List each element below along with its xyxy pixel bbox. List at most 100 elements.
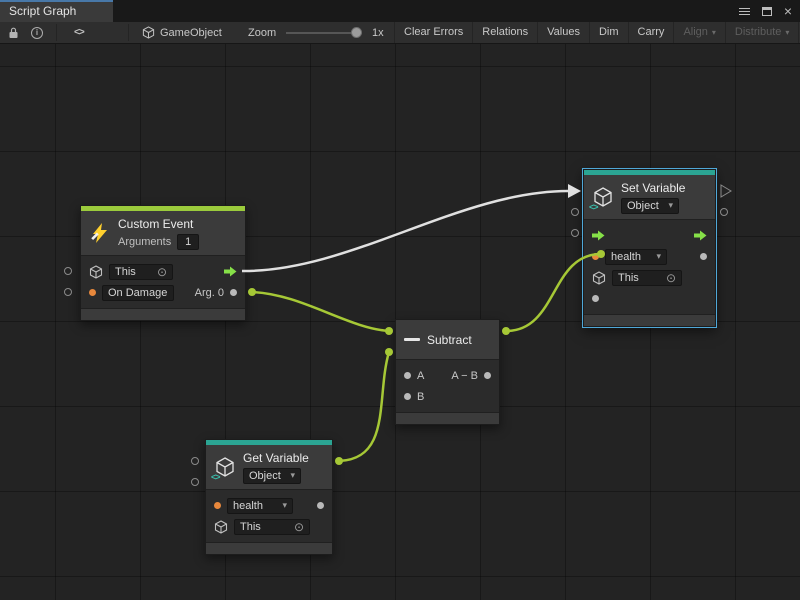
toolbar-separator xyxy=(128,24,129,41)
edit-graph-icon[interactable]: <> xyxy=(74,22,84,43)
port-marker[interactable] xyxy=(721,209,728,216)
arguments-field[interactable]: 1 xyxy=(177,234,199,250)
graph-canvas[interactable]: Custom Event Arguments 1 This⊙ On Damage xyxy=(0,44,800,600)
port-marker[interactable] xyxy=(65,289,72,296)
toolbar-buttons: Clear Errors Relations Values Dim Carry … xyxy=(394,22,800,43)
port-row-event: On Damage Arg. 0 xyxy=(81,282,245,303)
port-row-target: This⊙ xyxy=(584,267,715,288)
flow-port-marker[interactable] xyxy=(721,185,731,197)
port-row-target: This⊙ xyxy=(206,516,332,537)
subtract-header[interactable]: Subtract xyxy=(396,320,499,360)
zoom-slider-knob[interactable] xyxy=(351,27,362,38)
port-marker[interactable] xyxy=(65,268,72,275)
custom-event-icon xyxy=(89,222,111,244)
custom-event-header[interactable]: Custom Event Arguments 1 xyxy=(81,211,245,256)
menu-icon[interactable] xyxy=(739,8,750,15)
flow-out-port[interactable] xyxy=(694,230,707,241)
node-title: Set Variable xyxy=(621,181,685,195)
zoom-label: Zoom xyxy=(248,22,276,43)
chevron-down-icon: ▾ xyxy=(656,251,661,262)
event-name-field[interactable]: On Damage xyxy=(102,285,174,301)
dim-button[interactable]: Dim xyxy=(589,22,628,43)
variable-name-dropdown[interactable]: health▾ xyxy=(227,498,293,514)
close-icon[interactable]: × xyxy=(784,4,792,18)
gameobject-target[interactable]: GameObject xyxy=(142,22,222,43)
zoom-value: 1x xyxy=(372,22,384,43)
result-out-port[interactable] xyxy=(484,372,491,379)
chevron-down-icon: ▾ xyxy=(785,22,789,43)
node-title: Custom Event xyxy=(118,217,199,231)
input-b-label: B xyxy=(417,391,424,403)
flow-out-port[interactable] xyxy=(224,266,237,277)
distribute-button[interactable]: Distribute▾ xyxy=(725,22,798,43)
values-button[interactable]: Values xyxy=(537,22,589,43)
carry-button[interactable]: Carry xyxy=(628,22,674,43)
event-port[interactable] xyxy=(89,289,96,296)
node-footer xyxy=(584,314,715,326)
variable-cube-icon: <> xyxy=(214,456,236,478)
tab-script-graph[interactable]: Script Graph xyxy=(0,0,113,22)
port-marker[interactable] xyxy=(572,209,579,216)
subtract-icon xyxy=(404,338,420,341)
arg-0-label: Arg. 0 xyxy=(195,287,224,299)
variable-cube-icon: <> xyxy=(592,186,614,208)
wire-endpoint[interactable] xyxy=(385,348,393,356)
name-port[interactable] xyxy=(214,502,221,509)
chevron-down-icon: ▾ xyxy=(668,200,673,211)
wire-getvariable-subtract-b[interactable] xyxy=(339,352,389,461)
window-controls: × xyxy=(739,0,792,22)
arguments-label: Arguments xyxy=(118,236,171,248)
port-marker[interactable] xyxy=(192,479,199,486)
node-get-variable[interactable]: <> Get Variable Object▾ health▾ This⊙ xyxy=(205,439,333,555)
lock-icon[interactable] xyxy=(8,22,19,43)
chevron-down-icon: ▾ xyxy=(290,470,295,481)
info-icon[interactable]: i xyxy=(31,22,43,43)
port-marker[interactable] xyxy=(192,458,199,465)
arg-0-out-port[interactable] xyxy=(230,289,237,296)
align-button[interactable]: Align▾ xyxy=(673,22,724,43)
relations-button[interactable]: Relations xyxy=(472,22,537,43)
port-row-flow xyxy=(584,225,715,246)
clear-errors-button[interactable]: Clear Errors xyxy=(394,22,472,43)
value-in-port[interactable] xyxy=(592,295,599,302)
target-picker-icon[interactable]: ⊙ xyxy=(157,266,167,278)
target-field[interactable]: This⊙ xyxy=(612,270,682,286)
port-marker[interactable] xyxy=(572,230,579,237)
target-picker-icon[interactable]: ⊙ xyxy=(294,521,304,533)
name-port[interactable] xyxy=(592,253,599,260)
input-b-port[interactable] xyxy=(404,393,411,400)
value-out-port[interactable] xyxy=(700,253,707,260)
maximize-icon[interactable] xyxy=(762,7,772,16)
input-a-port[interactable] xyxy=(404,372,411,379)
port-row-value-in xyxy=(584,288,715,309)
target-picker-icon[interactable]: ⊙ xyxy=(666,272,676,284)
wire-endpoint[interactable] xyxy=(502,327,510,335)
chevron-down-icon: ▾ xyxy=(282,500,287,511)
port-row-a: A A − B xyxy=(396,365,499,386)
cube-icon xyxy=(214,520,228,534)
wire-arg0-subtract-a[interactable] xyxy=(252,292,389,331)
get-variable-header[interactable]: <> Get Variable Object▾ xyxy=(206,445,332,490)
wire-flow-customevent-setvariable[interactable] xyxy=(242,191,568,271)
node-custom-event[interactable]: Custom Event Arguments 1 This⊙ On Damage xyxy=(80,205,246,321)
port-row-target: This⊙ xyxy=(81,261,245,282)
flow-in-port[interactable] xyxy=(592,230,605,241)
cube-icon xyxy=(89,265,103,279)
wire-endpoint[interactable] xyxy=(248,288,256,296)
wire-endpoint[interactable] xyxy=(335,457,343,465)
node-footer xyxy=(81,308,245,320)
port-row-name: health▾ xyxy=(584,246,715,267)
node-set-variable[interactable]: <> Set Variable Object▾ health▾ xyxy=(583,169,716,327)
variable-kind-dropdown[interactable]: Object▾ xyxy=(243,468,301,484)
port-row-b: B xyxy=(396,386,499,407)
variable-name-dropdown[interactable]: health▾ xyxy=(605,249,667,265)
node-title: Get Variable xyxy=(243,451,309,465)
target-field[interactable]: This⊙ xyxy=(234,519,310,535)
target-field[interactable]: This⊙ xyxy=(109,264,173,280)
titlebar: Script Graph × xyxy=(0,0,800,22)
set-variable-header[interactable]: <> Set Variable Object▾ xyxy=(584,175,715,220)
node-subtract[interactable]: Subtract A A − B B xyxy=(395,319,500,425)
wire-endpoint[interactable] xyxy=(385,327,393,335)
variable-kind-dropdown[interactable]: Object▾ xyxy=(621,198,679,214)
value-out-port[interactable] xyxy=(317,502,324,509)
